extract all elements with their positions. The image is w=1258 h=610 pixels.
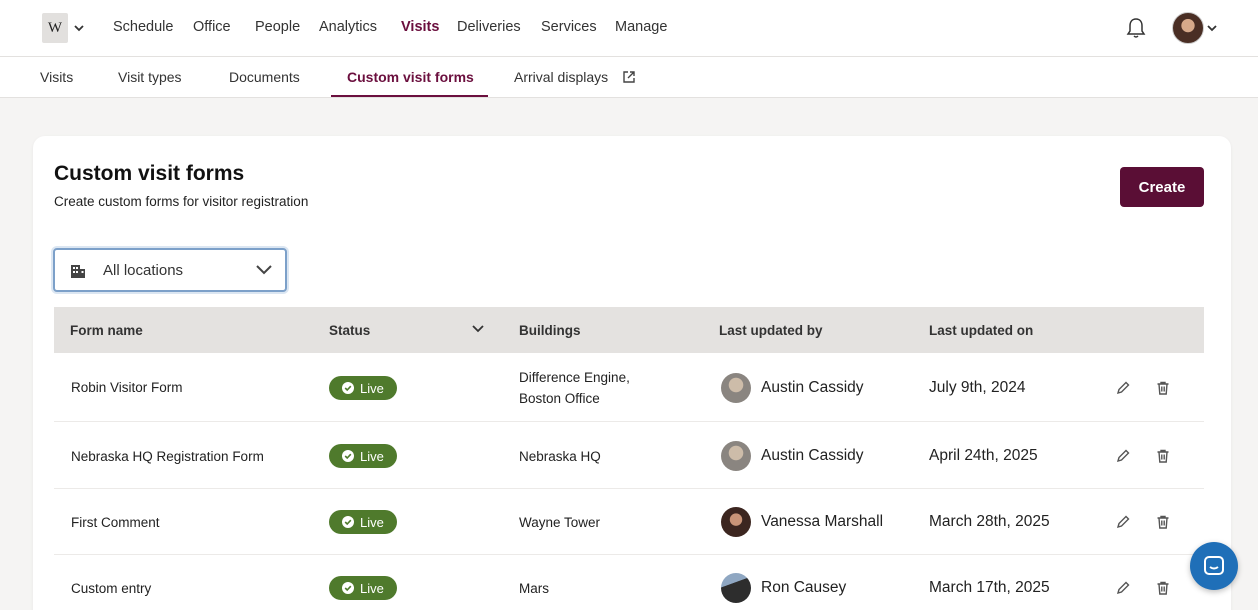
form-name[interactable]: Custom entry bbox=[71, 581, 151, 596]
tab-custom-visit-forms[interactable]: Custom visit forms bbox=[347, 69, 474, 85]
buildings-cell: Mars bbox=[519, 578, 549, 599]
header-form-name[interactable]: Form name bbox=[70, 323, 143, 338]
building-icon bbox=[71, 265, 85, 278]
workspace-logo[interactable]: W bbox=[42, 13, 68, 43]
chevron-down-icon[interactable] bbox=[1207, 22, 1217, 34]
top-navigation: W Schedule Office People Analytics Visit… bbox=[0, 0, 1258, 57]
updated-by: Austin Cassidy bbox=[761, 379, 864, 396]
building-line: Mars bbox=[519, 581, 549, 596]
header-last-updated-on[interactable]: Last updated on bbox=[929, 323, 1033, 338]
avatar bbox=[721, 573, 751, 603]
building-line: Wayne Tower bbox=[519, 515, 601, 530]
table-header: Form name Status Buildings Last updated … bbox=[54, 307, 1204, 353]
chevron-down-icon[interactable] bbox=[471, 324, 485, 334]
check-circle-icon bbox=[342, 382, 354, 394]
chevron-down-icon bbox=[256, 265, 272, 275]
sub-navigation: Visits Visit types Documents Custom visi… bbox=[0, 57, 1258, 98]
user-avatar[interactable] bbox=[1172, 12, 1204, 44]
header-status[interactable]: Status bbox=[329, 323, 370, 338]
logo-text: W bbox=[47, 19, 63, 36]
building-line: Difference Engine, bbox=[519, 370, 630, 385]
location-select-value: All locations bbox=[103, 262, 184, 279]
status-badge: Live bbox=[329, 376, 397, 400]
tab-arrival-displays[interactable]: Arrival displays bbox=[514, 69, 608, 85]
updated-by: Ron Causey bbox=[761, 579, 847, 596]
trash-icon[interactable] bbox=[1155, 580, 1171, 596]
location-select[interactable]: All locations bbox=[53, 248, 287, 292]
nav-analytics[interactable]: Analytics bbox=[319, 19, 377, 35]
nav-people[interactable]: People bbox=[255, 19, 300, 35]
nav-schedule[interactable]: Schedule bbox=[113, 19, 173, 35]
nav-manage[interactable]: Manage bbox=[615, 19, 667, 35]
header-buildings[interactable]: Buildings bbox=[519, 323, 581, 338]
pencil-icon[interactable] bbox=[1115, 380, 1131, 396]
nav-deliveries[interactable]: Deliveries bbox=[457, 19, 521, 35]
status-label: Live bbox=[360, 380, 384, 396]
trash-icon[interactable] bbox=[1155, 380, 1171, 396]
buildings-cell: Nebraska HQ bbox=[519, 446, 601, 467]
form-name[interactable]: First Comment bbox=[71, 515, 160, 530]
updated-by: Vanessa Marshall bbox=[761, 513, 884, 530]
updated-by: Austin Cassidy bbox=[761, 447, 864, 464]
bell-icon[interactable] bbox=[1125, 16, 1147, 40]
pencil-icon[interactable] bbox=[1115, 580, 1131, 596]
status-label: Live bbox=[360, 448, 384, 464]
updated-on: July 9th, 2024 bbox=[929, 379, 1026, 396]
trash-icon[interactable] bbox=[1155, 514, 1171, 530]
check-circle-icon bbox=[342, 582, 354, 594]
form-name[interactable]: Nebraska HQ Registration Form bbox=[71, 449, 264, 464]
avatar bbox=[721, 441, 751, 471]
chat-icon bbox=[1204, 556, 1224, 575]
nav-office[interactable]: Office bbox=[193, 19, 231, 35]
check-circle-icon bbox=[342, 516, 354, 528]
table-row[interactable]: First Comment Live Wayne Tower Vanessa M… bbox=[54, 489, 1204, 555]
trash-icon[interactable] bbox=[1155, 448, 1171, 464]
nav-visits[interactable]: Visits bbox=[401, 19, 439, 35]
avatar bbox=[721, 507, 751, 537]
table-row[interactable]: Nebraska HQ Registration Form Live Nebra… bbox=[54, 423, 1204, 489]
status-label: Live bbox=[360, 514, 384, 530]
status-badge: Live bbox=[329, 510, 397, 534]
check-circle-icon bbox=[342, 450, 354, 462]
buildings-cell: Difference Engine, Boston Office bbox=[519, 367, 630, 409]
page-subtitle: Create custom forms for visitor registra… bbox=[54, 194, 309, 209]
updated-on: April 24th, 2025 bbox=[929, 447, 1038, 464]
table-row[interactable]: Custom entry Live Mars Ron Causey March … bbox=[54, 555, 1204, 610]
tab-visits[interactable]: Visits bbox=[40, 69, 73, 85]
chevron-down-icon[interactable] bbox=[74, 21, 84, 35]
page-title: Custom visit forms bbox=[54, 162, 245, 185]
building-line: Nebraska HQ bbox=[519, 449, 601, 464]
building-line: Boston Office bbox=[519, 391, 600, 406]
active-tab-indicator bbox=[331, 95, 488, 97]
header-last-updated-by[interactable]: Last updated by bbox=[719, 323, 823, 338]
updated-on: March 17th, 2025 bbox=[929, 579, 1050, 596]
chat-launcher-button[interactable] bbox=[1190, 542, 1238, 590]
updated-on: March 28th, 2025 bbox=[929, 513, 1050, 530]
create-button[interactable]: Create bbox=[1120, 167, 1204, 207]
pencil-icon[interactable] bbox=[1115, 514, 1131, 530]
status-badge: Live bbox=[329, 444, 397, 468]
form-name[interactable]: Robin Visitor Form bbox=[71, 380, 183, 395]
tab-documents[interactable]: Documents bbox=[229, 69, 300, 85]
table-row[interactable]: Robin Visitor Form Live Difference Engin… bbox=[54, 354, 1204, 422]
buildings-cell: Wayne Tower bbox=[519, 512, 600, 533]
status-label: Live bbox=[360, 580, 384, 596]
external-link-icon bbox=[623, 71, 635, 83]
tab-visit-types[interactable]: Visit types bbox=[118, 69, 182, 85]
nav-services[interactable]: Services bbox=[541, 19, 597, 35]
avatar bbox=[721, 373, 751, 403]
status-badge: Live bbox=[329, 576, 397, 600]
pencil-icon[interactable] bbox=[1115, 448, 1131, 464]
